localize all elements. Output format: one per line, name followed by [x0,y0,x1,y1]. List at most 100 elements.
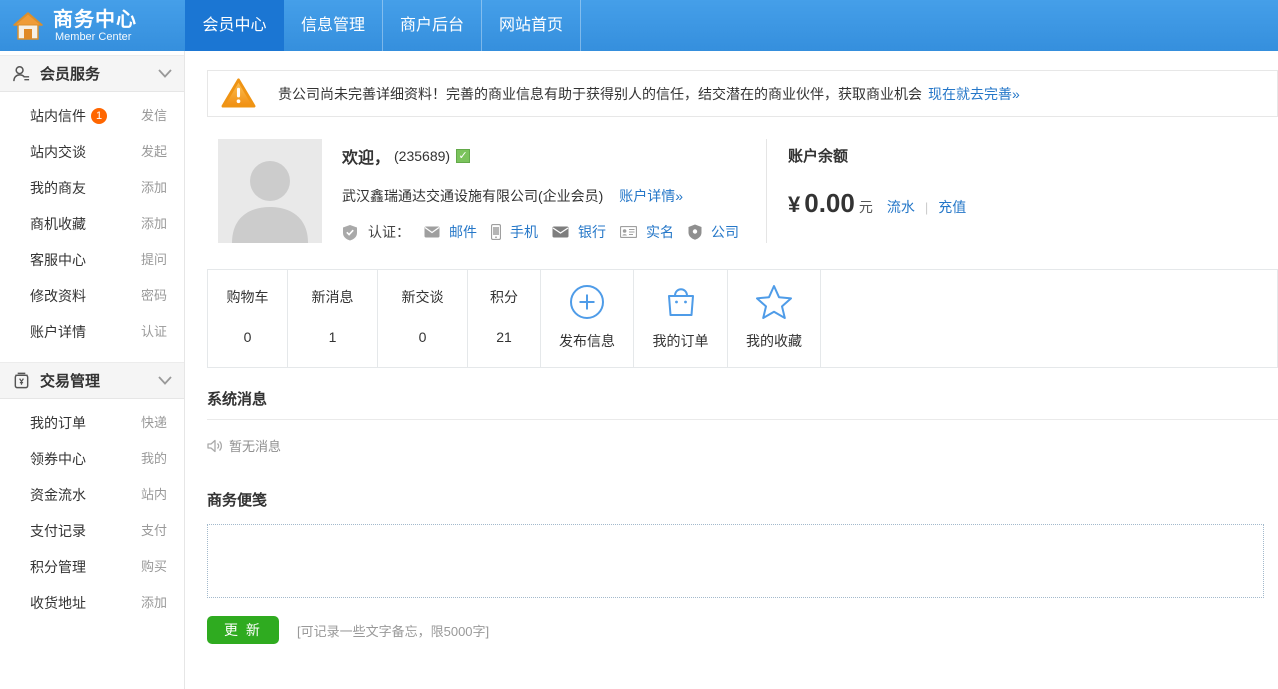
account-detail-link[interactable]: 账户详情» [619,188,683,204]
avatar[interactable] [218,139,322,243]
no-message-text: 暂无消息 [229,436,281,455]
stat-points[interactable]: 积分 21 [468,270,541,367]
star-icon [754,283,794,321]
divider [766,139,767,243]
mail-icon [424,226,440,238]
chevron-down-icon[interactable] [158,376,172,385]
balance-amount: 0.00 [804,188,855,219]
sidebar-item-chat[interactable]: 站内交谈 发起 [0,134,184,170]
logo[interactable]: 商务中心 Member Center [0,0,185,51]
circle-plus-icon [568,283,606,321]
sidebar-item-account-details[interactable]: 账户详情 认证 [0,314,184,350]
cert-real-name[interactable]: 实名 [620,222,674,242]
shield-check-icon [342,224,358,241]
action-change-password[interactable]: 密码 [141,278,167,314]
tab-member-center[interactable]: 会员中心 [185,0,284,51]
action-buy-points[interactable]: 购买 [141,549,167,585]
system-message-title: 系统消息 [207,388,1278,409]
member-icon [12,64,31,83]
cert-email[interactable]: 邮件 [424,222,477,242]
sidebar-section-trade-management[interactable]: 交易管理 [0,362,184,399]
balance-unit: 元 [859,197,873,217]
my-orders-button[interactable]: 我的订单 [634,270,728,367]
action-pay[interactable]: 支付 [141,513,167,549]
memo-textarea[interactable] [207,524,1264,598]
stat-cart[interactable]: 购物车 0 [208,270,288,367]
new-chat-count: 0 [419,329,427,345]
new-message-count: 1 [329,329,337,345]
tab-info-management[interactable]: 信息管理 [284,0,383,51]
money-jar-icon [12,371,31,390]
action-add-address[interactable]: 添加 [141,585,167,621]
currency-symbol: ¥ [788,192,800,218]
tab-site-home[interactable]: 网站首页 [482,0,581,51]
top-bar: 商务中心 Member Center 会员中心 信息管理 商户后台 网站首页 [0,0,1278,51]
bank-card-icon [552,226,569,238]
stats-empty-area [821,270,1277,367]
cert-company[interactable]: 公司 [688,222,739,242]
member-id: (235689) [394,148,450,164]
stat-new-chats[interactable]: 新交谈 0 [378,270,468,367]
avatar-placeholder-icon [218,139,322,243]
shield-icon [688,224,702,240]
stats-strip: 购物车 0 新消息 1 新交谈 0 积分 21 发布信息 [207,269,1278,368]
action-send-mail[interactable]: 发信 [141,98,167,134]
complete-profile-link[interactable]: 现在就去完善» [928,84,1020,104]
separator: | [925,200,928,215]
warning-icon [221,78,256,109]
sidebar-item-coupon-center[interactable]: 领券中心 我的 [0,441,184,477]
divider [207,419,1278,420]
update-button[interactable]: 更 新 [207,616,279,644]
profile-incomplete-banner: 贵公司尚未完善详细资料！完善的商业信息有助于获得别人的信任，结交潜在的商业伙伴，… [207,70,1278,117]
balance-panel: 账户余额 ¥ 0.00 元 流水 | 充值 [788,145,966,219]
logo-subtitle: Member Center [55,31,137,43]
action-certify[interactable]: 认证 [141,314,167,350]
sidebar-item-payment-records[interactable]: 支付记录 支付 [0,513,184,549]
action-add-friend[interactable]: 添加 [141,170,167,206]
tab-merchant-backend[interactable]: 商户后台 [383,0,482,51]
memo-title: 商务便笺 [207,489,1278,510]
section-title: 交易管理 [40,370,158,391]
sidebar-item-my-orders[interactable]: 我的订单 快递 [0,405,184,441]
member-center-page: 商务中心 Member Center 会员中心 信息管理 商户后台 网站首页 会… [0,0,1278,689]
sidebar-section-member-services[interactable]: 会员服务 [0,55,184,92]
main-content: 贵公司尚未完善详细资料！完善的商业信息有助于获得别人的信任，结交潜在的商业伙伴，… [185,51,1278,689]
action-start-chat[interactable]: 发起 [141,134,167,170]
chevron-down-icon[interactable] [158,69,172,78]
sidebar-item-opportunity-favorites[interactable]: 商机收藏 添加 [0,206,184,242]
action-express[interactable]: 快递 [141,405,167,441]
sidebar-item-edit-profile[interactable]: 修改资料 密码 [0,278,184,314]
my-favorites-button[interactable]: 我的收藏 [728,270,821,367]
cart-count: 0 [244,329,252,345]
sidebar-item-business-friends[interactable]: 我的商友 添加 [0,170,184,206]
cert-bank[interactable]: 银行 [552,222,606,242]
banner-text: 贵公司尚未完善详细资料！完善的商业信息有助于获得别人的信任，结交潜在的商业伙伴，… [278,84,922,104]
publish-info-button[interactable]: 发布信息 [541,270,634,367]
sidebar-item-fund-flow[interactable]: 资金流水 站内 [0,477,184,513]
mobile-phone-icon [491,224,501,240]
action-ask-question[interactable]: 提问 [141,242,167,278]
sidebar-item-mail[interactable]: 站内信件 1 发信 [0,98,184,134]
sidebar-item-customer-service[interactable]: 客服中心 提问 [0,242,184,278]
system-message-empty: 暂无消息 [207,436,1278,455]
stat-new-messages[interactable]: 新消息 1 [288,270,378,367]
speaker-icon [207,439,223,453]
action-my-coupons[interactable]: 我的 [141,441,167,477]
welcome-text: 欢迎， [342,144,390,168]
action-onsite-flow[interactable]: 站内 [141,477,167,513]
sidebar-item-shipping-address[interactable]: 收货地址 添加 [0,585,184,621]
sidebar-item-points-management[interactable]: 积分管理 购买 [0,549,184,585]
cert-phone[interactable]: 手机 [491,222,538,242]
sidebar: 会员服务 站内信件 1 发信 站内交谈 发起 我的商友 添加 商机收藏 添加 客 [0,51,185,689]
points-count: 21 [496,329,512,345]
unread-badge: 1 [91,108,107,124]
balance-title: 账户余额 [788,145,966,166]
recharge-link[interactable]: 充值 [938,197,966,217]
verified-check-icon: ✓ [456,149,470,163]
cert-label: 认证： [368,222,410,242]
action-add-favorite[interactable]: 添加 [141,206,167,242]
shopping-bag-icon [662,283,700,321]
id-card-icon [620,226,637,238]
main-nav: 会员中心 信息管理 商户后台 网站首页 [185,0,581,51]
flow-link[interactable]: 流水 [887,197,915,217]
